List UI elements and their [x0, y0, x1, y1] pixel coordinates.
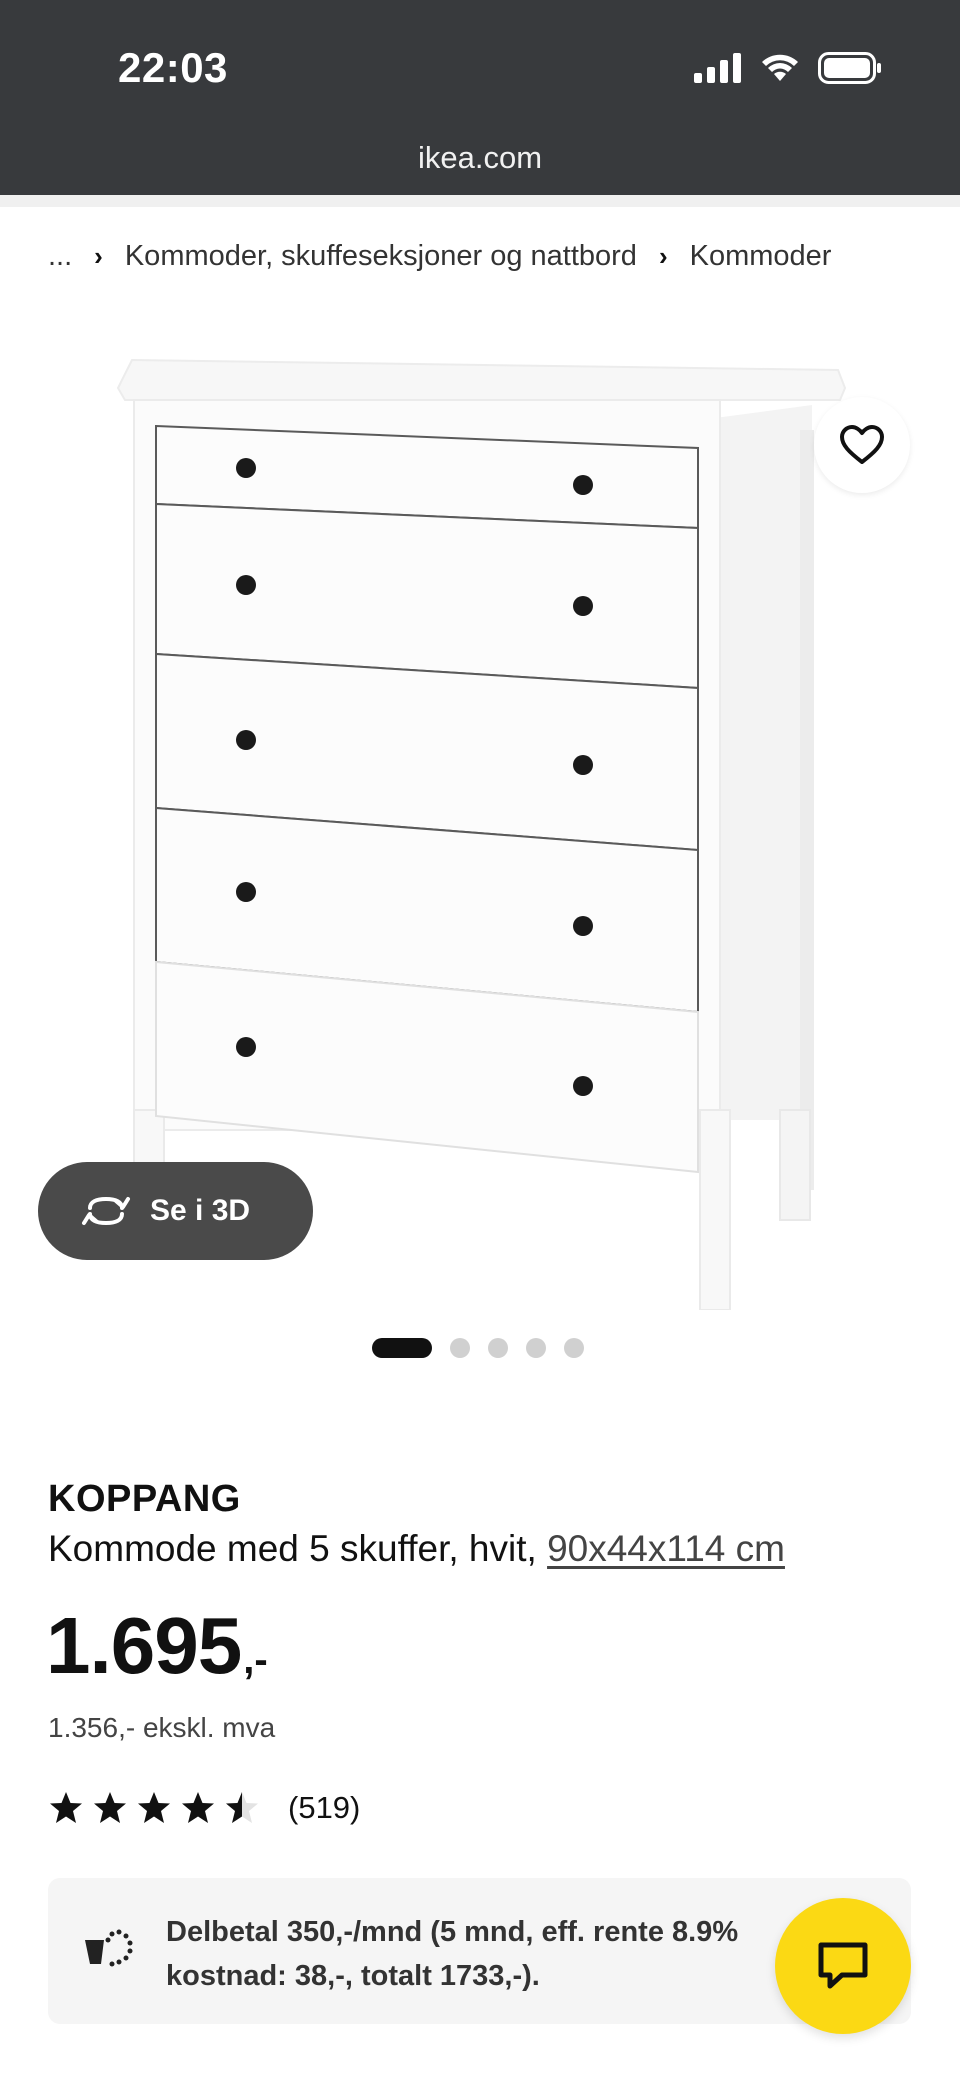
breadcrumb: ... › Kommoder, skuffeseksjoner og nattb…	[48, 240, 831, 273]
status-time: 22:03	[118, 44, 228, 91]
price-amount: 1.695	[46, 1601, 242, 1690]
price-excluding-vat: 1.356,- ekskl. mva	[48, 1712, 276, 1743]
wifi-icon	[762, 54, 798, 81]
breadcrumb-item-dressers[interactable]: Kommoder	[690, 240, 832, 273]
battery-icon	[818, 52, 881, 84]
breadcrumb-ellipsis[interactable]: ...	[48, 240, 72, 273]
status-and-url-bar: 22:03 ikea.com	[0, 0, 960, 195]
installment-line-1: Delbetal 350,-/mnd (5 mnd, eff. rente 8.…	[166, 1916, 739, 1948]
gallery-dot-3[interactable]	[488, 1338, 508, 1358]
price-suffix: ,-	[243, 1638, 268, 1682]
star-icon	[138, 1792, 170, 1823]
half-star-icon	[226, 1792, 258, 1823]
product-rating[interactable]: (519)	[48, 1790, 360, 1826]
chevron-right-icon: ›	[658, 241, 668, 271]
gallery-dot-2[interactable]	[450, 1338, 470, 1358]
chevron-right-icon: ›	[94, 241, 103, 271]
chat-icon	[818, 1942, 868, 1989]
chat-button[interactable]	[775, 1898, 911, 2034]
header-divider	[0, 195, 960, 207]
star-icon	[94, 1792, 126, 1823]
product-brand: KOPPANG	[48, 1478, 241, 1520]
view-in-3d-label: Se i 3D	[150, 1194, 251, 1227]
gallery-dot-5[interactable]	[564, 1338, 584, 1358]
product-measurements-link[interactable]: 90x44x114 cm	[547, 1528, 785, 1569]
product-description: Kommode med 5 skuffer, hvit, 90x44x114 c…	[48, 1528, 785, 1570]
signal-icon	[694, 53, 741, 83]
breadcrumb-item-dressers-category[interactable]: Kommoder, skuffeseksjoner og nattbord	[125, 240, 637, 273]
gallery-dot-4[interactable]	[526, 1338, 546, 1358]
gallery-pagination	[372, 1338, 584, 1358]
rotate-3d-icon	[82, 1196, 130, 1226]
installment-line-2: kostnad: 38,-, totalt 1733,-).	[166, 1960, 540, 1992]
gallery-dot-1[interactable]	[372, 1338, 432, 1358]
rating-count: (519)	[288, 1790, 361, 1825]
product-price: 1.695 ,-	[46, 1600, 268, 1692]
product-description-text: Kommode med 5 skuffer, hvit,	[48, 1528, 548, 1569]
payment-installment-icon	[85, 1929, 133, 1967]
address-bar[interactable]: ikea.com	[0, 140, 960, 176]
heart-icon	[840, 425, 884, 464]
favorite-button[interactable]	[814, 397, 910, 493]
view-in-3d-button[interactable]: Se i 3D	[38, 1162, 313, 1260]
status-icons	[694, 52, 882, 84]
star-icon	[182, 1792, 214, 1823]
star-icon	[50, 1792, 82, 1823]
installment-text: Delbetal 350,-/mnd (5 mnd, eff. rente 8.…	[166, 1910, 866, 1998]
